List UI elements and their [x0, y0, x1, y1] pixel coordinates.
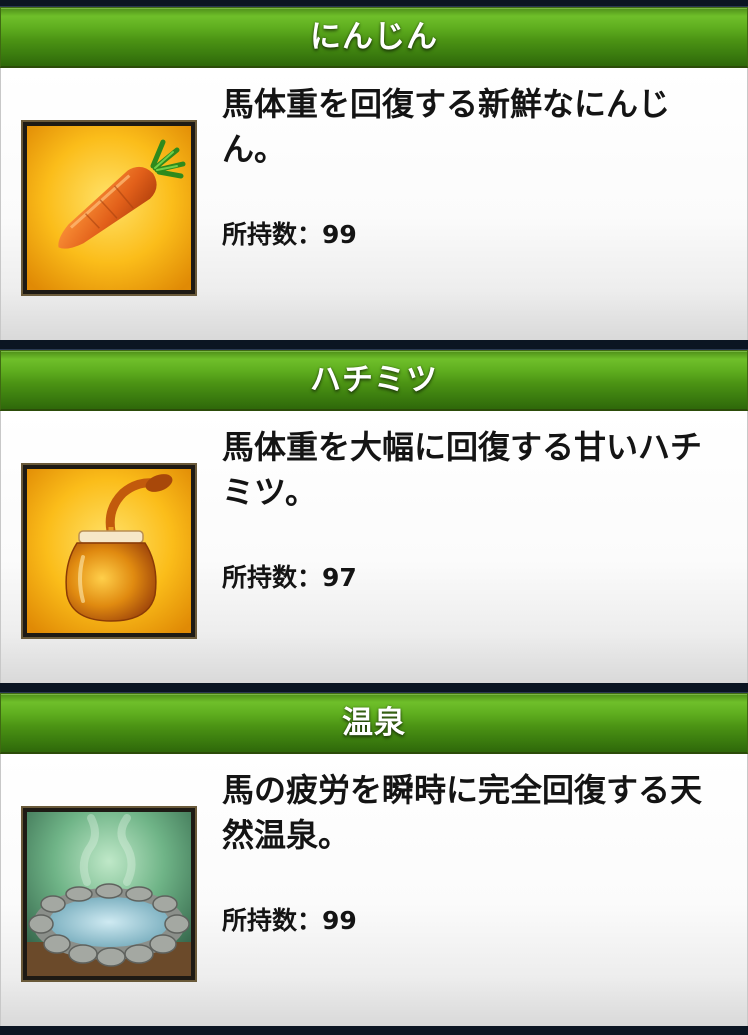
- item-name: 温泉: [342, 705, 406, 741]
- item-name: にんじん: [310, 19, 438, 55]
- item-description: 馬の疲労を瞬時に完全回復する天然温泉。: [222, 771, 703, 854]
- item-count: 所持数：97: [222, 563, 357, 593]
- count-value: 99: [322, 220, 357, 249]
- item-list: にんじん 馬体重を回復する新鮮なにんじん。 所持数：99 ハチミツ 馬体重を大幅…: [0, 0, 748, 1035]
- honey-jar-icon: [27, 469, 191, 633]
- count-label: 所持数：: [222, 563, 323, 592]
- count-label: 所持数：: [222, 906, 323, 935]
- item-card-honey[interactable]: ハチミツ 馬体重を大幅に回復する甘いハチミツ。 所持数：97: [0, 349, 748, 684]
- count-value: 99: [322, 906, 357, 935]
- item-icon-frame: [21, 806, 197, 982]
- item-card-hot-spring[interactable]: 温泉 馬の疲労を瞬時に完全回復する天然温泉。 所持数：99: [0, 692, 748, 1027]
- carrot-icon: [27, 126, 191, 290]
- item-body: 馬体重を大幅に回復する甘いハチミツ。 所持数：97: [0, 411, 748, 683]
- item-header: にんじん: [0, 7, 748, 68]
- item-name: ハチミツ: [310, 362, 438, 398]
- count-value: 97: [322, 563, 357, 592]
- item-icon-frame: [21, 463, 197, 639]
- item-icon-frame: [21, 120, 197, 296]
- count-label: 所持数：: [222, 220, 323, 249]
- item-body: 馬の疲労を瞬時に完全回復する天然温泉。 所持数：99: [0, 754, 748, 1026]
- item-body: 馬体重を回復する新鮮なにんじん。 所持数：99: [0, 68, 748, 340]
- item-header: ハチミツ: [0, 350, 748, 411]
- item-header: 温泉: [0, 693, 748, 754]
- item-description: 馬体重を大幅に回復する甘いハチミツ。: [222, 428, 703, 511]
- item-card-carrot[interactable]: にんじん 馬体重を回復する新鮮なにんじん。 所持数：99: [0, 6, 748, 341]
- hot-spring-icon: [27, 812, 191, 976]
- item-count: 所持数：99: [222, 906, 357, 936]
- item-description: 馬体重を回復する新鮮なにんじん。: [222, 85, 671, 168]
- item-count: 所持数：99: [222, 220, 357, 250]
